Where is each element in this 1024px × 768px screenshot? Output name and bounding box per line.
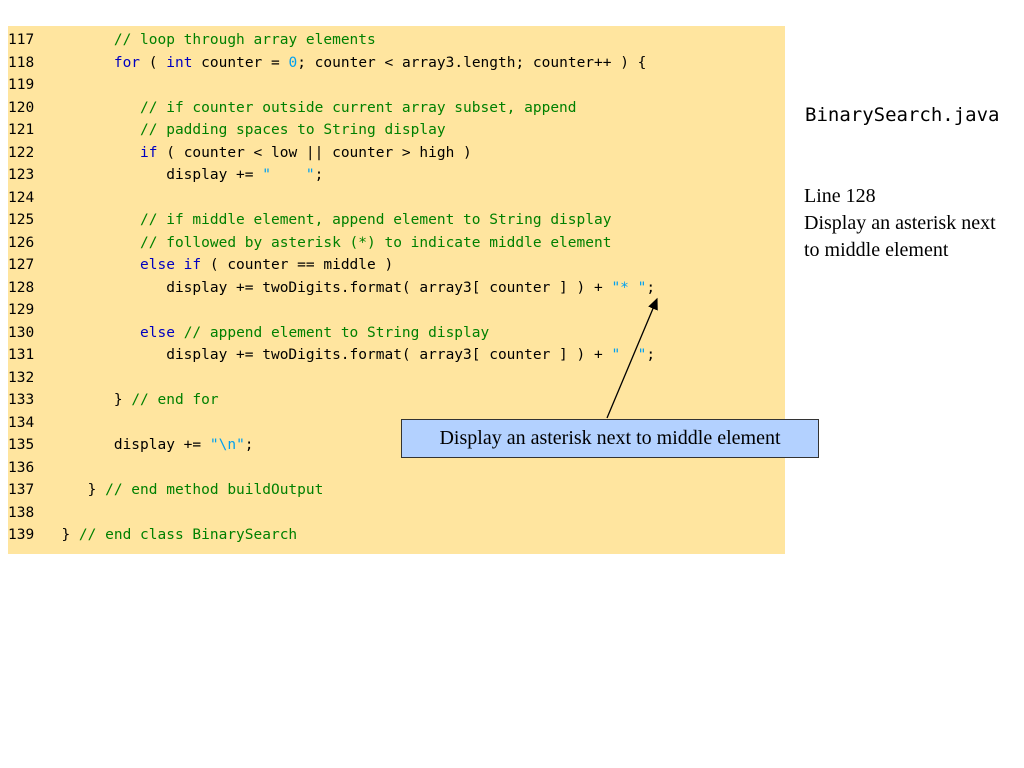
code-token: ; [314,167,324,183]
code-token: "* " [611,279,647,296]
code-token: for [113,54,141,71]
line-number: 135 [8,437,35,453]
file-name-label: BinarySearch.java [805,104,1000,126]
line-number: 121 [8,122,35,138]
code-line: 129 [8,299,44,321]
code-line: 137 } // end method buildOutput [8,479,323,501]
code-line: 133 } // end for [8,389,219,411]
code-line: 127 else if ( counter == middle ) [8,254,393,276]
code-token: // if middle element, append element to … [140,212,612,228]
code-line: 120 // if counter outside current array … [8,97,577,119]
code-token: ( [140,54,167,71]
line-number: 120 [8,99,35,116]
code-line: 118 for ( int counter = 0; counter < arr… [8,52,646,74]
code-token: else if [140,257,202,273]
code-token: display += twoDigits.format( array3[ cou… [44,279,612,296]
code-token: ; counter < array3.length; counter++ ) { [297,54,647,71]
code-token: display += [44,167,263,183]
code-line: 135 display += "\n"; [8,434,254,456]
code-line: 138 [8,502,44,524]
code-line: 125 // if middle element, append element… [8,209,611,231]
line-number: 118 [8,54,35,71]
code-line: 123 display += " "; [8,164,323,186]
line-number: 131 [8,347,35,363]
line-number: 133 [8,392,35,408]
code-token: } [44,392,132,408]
callout-box: Display an asterisk next to middle eleme… [401,419,819,458]
code-line: 119 [8,74,44,96]
line-number: 137 [8,482,35,498]
code-token: // end for [131,392,219,408]
line-number: 134 [8,414,35,431]
line-number: 122 [8,144,35,161]
line-number: 139 [8,527,35,543]
code-line: 134 [8,412,44,434]
line-number: 132 [8,369,35,386]
code-token: ( counter == middle ) [201,257,394,273]
annotation-description: Display an asterisk next to middle eleme… [804,212,996,261]
code-line: 126 // followed by asterisk (*) to indic… [8,232,611,254]
code-token: counter = [192,54,289,71]
code-line: 117 // loop through array elements [8,29,376,51]
line-number: 127 [8,257,35,273]
line-reference: Line 128 [804,185,876,207]
code-token: // padding spaces to String display [140,122,446,138]
code-token: 0 [288,54,298,71]
code-line: 121 // padding spaces to String display [8,119,446,141]
code-token: ; [244,437,254,453]
code-line: 131 display += twoDigits.format( array3[… [8,344,655,366]
code-token: " " [262,167,315,183]
line-number: 138 [8,504,35,521]
code-token: ; [646,279,656,296]
line-number: 136 [8,459,35,476]
line-number: 128 [8,279,35,296]
code-line: 130 else // append element to String dis… [8,322,489,344]
code-line: 136 [8,457,44,479]
code-token: "\n" [209,437,245,453]
line-number: 124 [8,189,35,206]
code-token: " " [611,347,647,363]
code-token: } [44,527,79,543]
code-line: 128 display += twoDigits.format( array3[… [8,277,655,299]
code-token: } [44,482,106,498]
line-number: 130 [8,324,35,341]
line-number: 117 [8,32,35,48]
code-line: 124 [8,187,44,209]
line-number: 129 [8,302,35,318]
code-token: else [140,324,175,341]
annotation-notes: Line 128 Display an asterisk next to mid… [804,183,1004,264]
code-line: 122 if ( counter < low || counter > high… [8,142,472,164]
code-token: ; [646,347,656,363]
code-token: // append element to String display [183,324,490,341]
code-token: display += twoDigits.format( array3[ cou… [44,347,612,363]
code-listing-panel: 117 // loop through array elements 118 fo… [8,26,785,554]
code-token: display += [44,437,210,453]
code-token: // end class BinarySearch [78,527,298,543]
line-number: 126 [8,234,35,251]
code-line: 139 } // end class BinarySearch [8,524,297,546]
line-number: 119 [8,77,35,93]
code-line: 132 [8,367,44,389]
code-token: // followed by asterisk (*) to indicate … [140,234,612,251]
code-token: int [166,54,193,71]
code-token: if [140,144,158,161]
code-token: // loop through array elements [113,32,376,48]
code-token: // end method buildOutput [105,482,324,498]
line-number: 125 [8,212,35,228]
line-number: 123 [8,167,35,183]
code-token: ( counter < low || counter > high ) [157,144,472,161]
code-token: // if counter outside current array subs… [140,99,577,116]
